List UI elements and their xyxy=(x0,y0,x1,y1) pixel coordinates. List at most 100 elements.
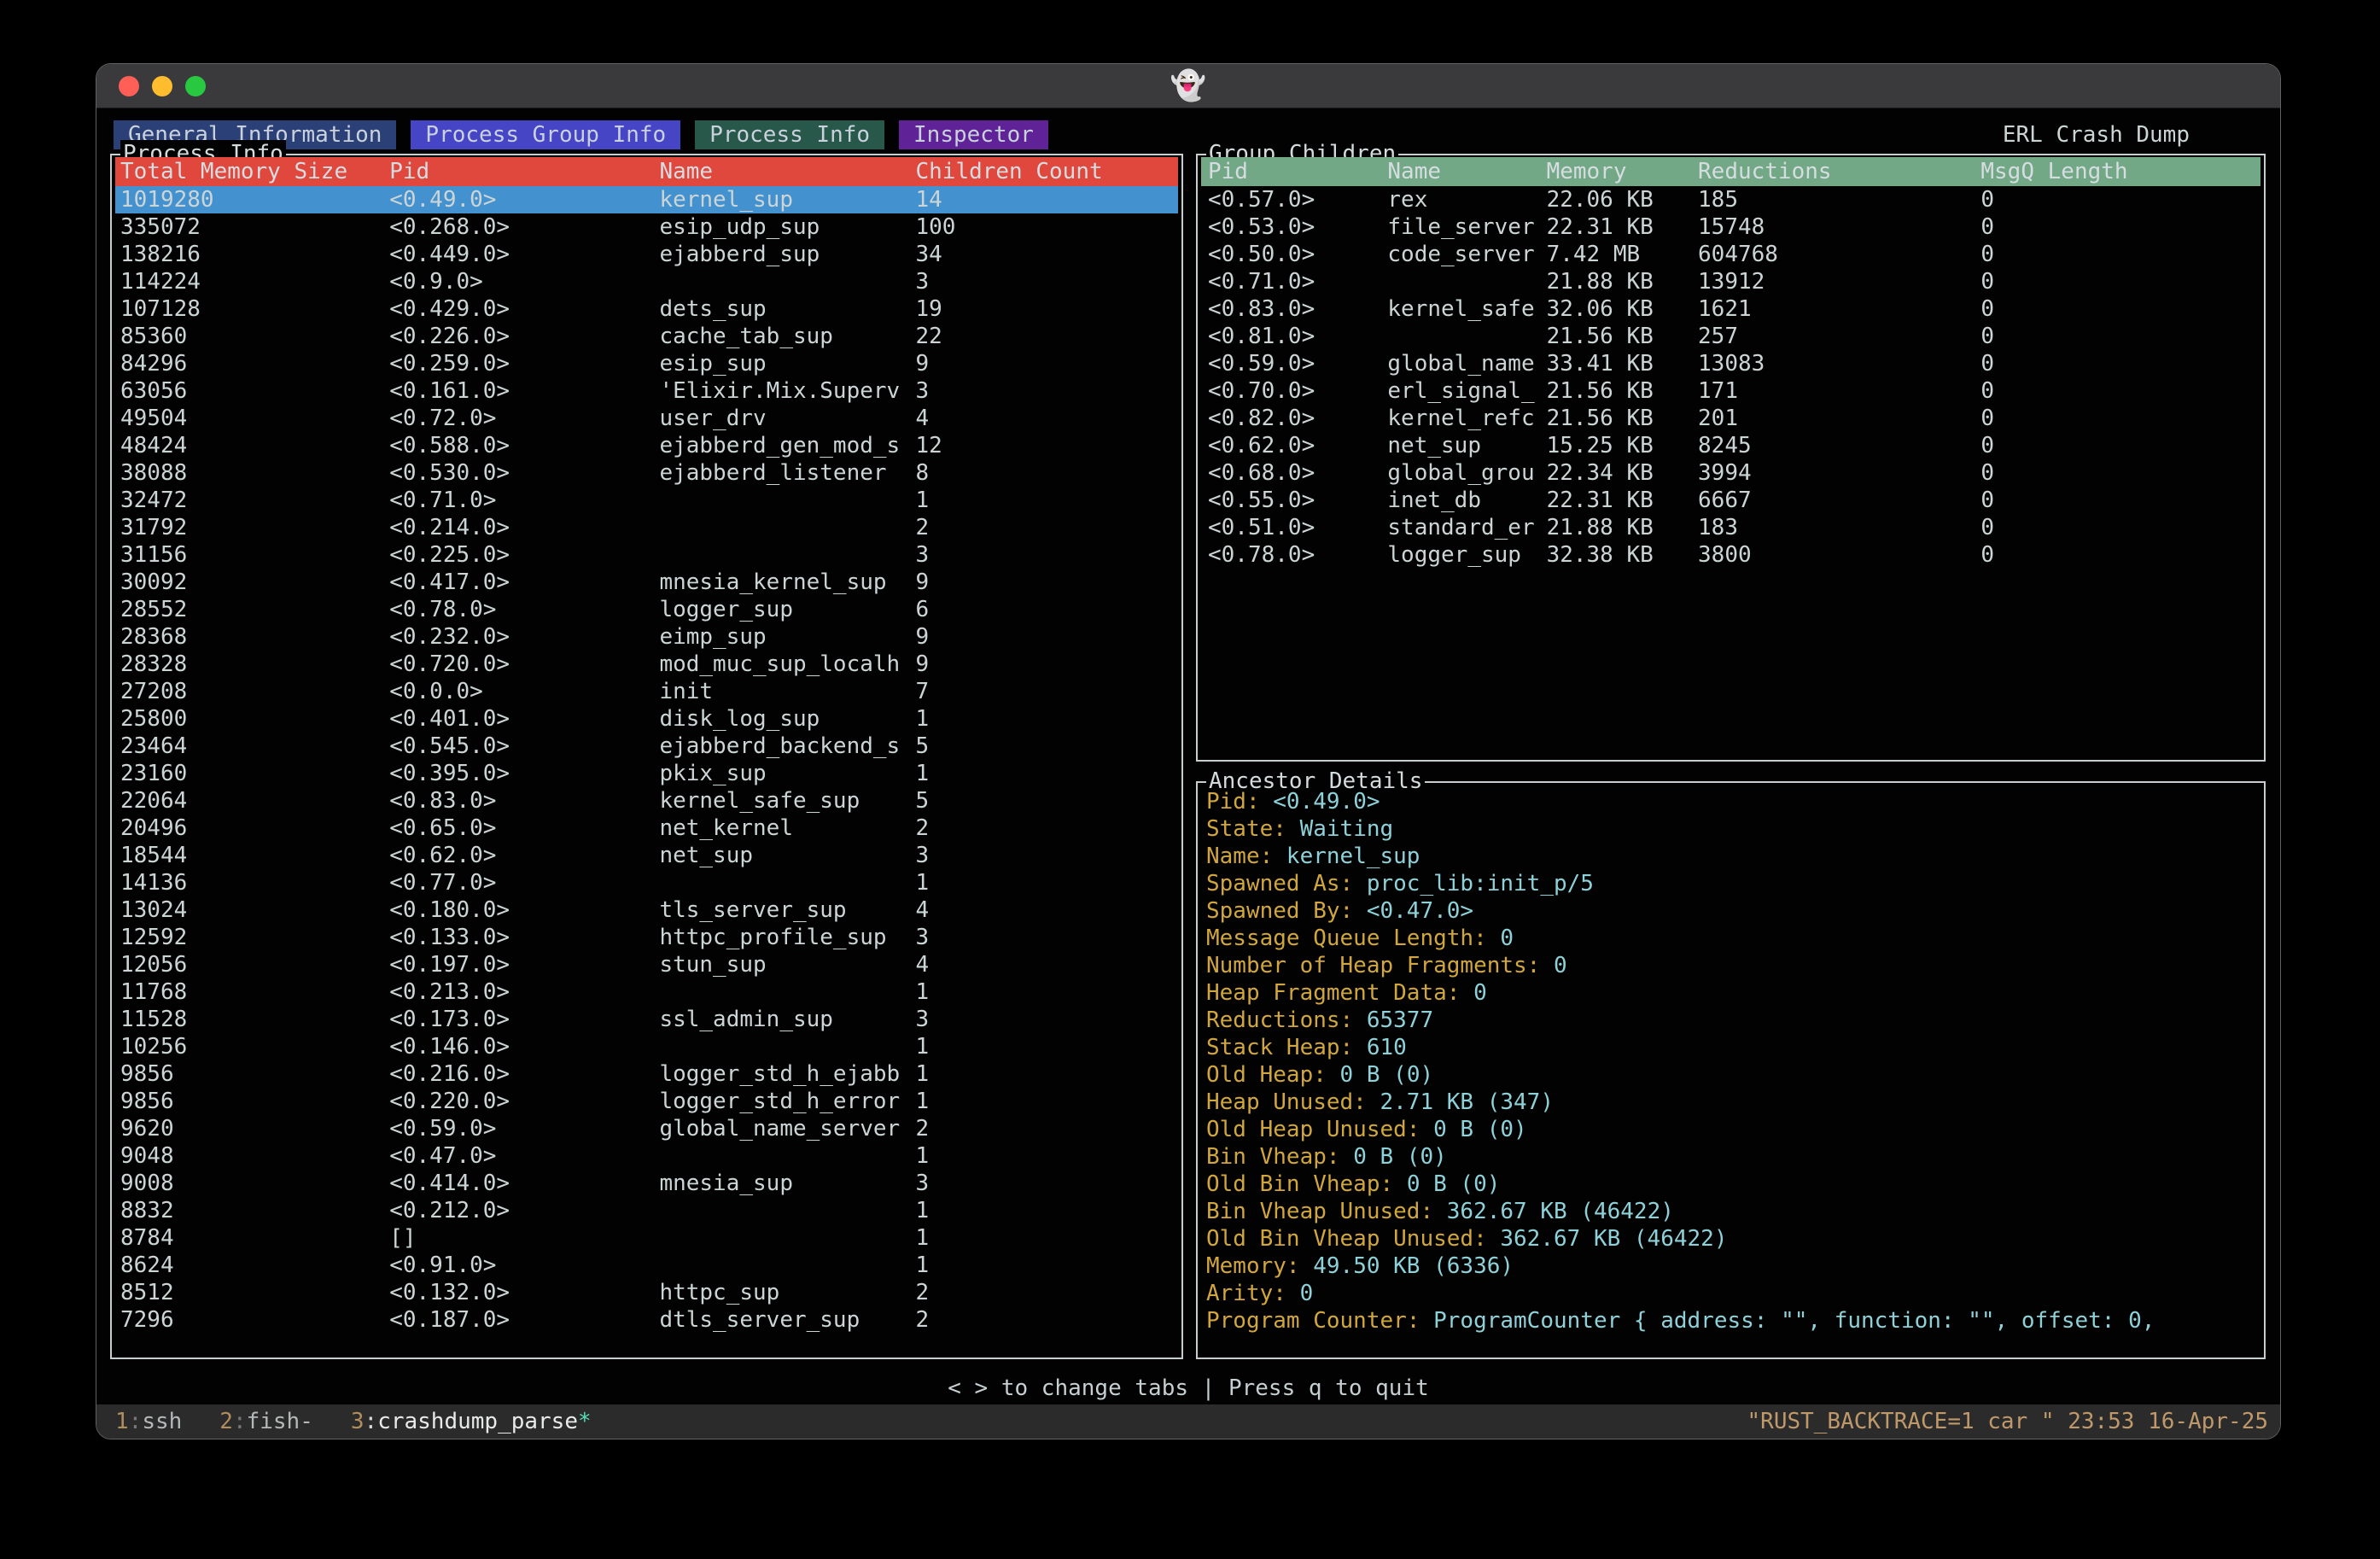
tmux-status-bar: 1:ssh2:fish-3:crashdump_parse* "RUST_BAC… xyxy=(96,1404,2280,1439)
process-row[interactable]: 28328<0.720.0>mod_muc_sup_localh9 xyxy=(115,651,1178,678)
group-children-panel: Group Children PidNameMemoryReductionsMs… xyxy=(1196,154,2266,762)
process-row-cell: 28552 xyxy=(120,596,187,623)
process-row[interactable]: 8832<0.212.0>1 xyxy=(115,1197,1178,1224)
process-row[interactable]: 49504<0.72.0>user_drv4 xyxy=(115,405,1178,432)
process-row[interactable]: 9856<0.216.0>logger_std_h_ejabb1 xyxy=(115,1060,1178,1088)
process-row-cell: 19 xyxy=(915,295,942,323)
group-child-row[interactable]: <0.57.0>rex22.06 KB1850 xyxy=(1201,186,2260,213)
process-row[interactable]: 11768<0.213.0>1 xyxy=(115,978,1178,1006)
group-child-row[interactable]: <0.68.0>global_grou22.34 KB39940 xyxy=(1201,459,2260,487)
process-row[interactable]: 22064<0.83.0>kernel_safe_sup5 xyxy=(115,787,1178,815)
group-child-row[interactable]: <0.71.0>21.88 KB139120 xyxy=(1201,268,2260,295)
process-row[interactable]: 8624<0.91.0>1 xyxy=(115,1252,1178,1279)
process-row[interactable]: 38088<0.530.0>ejabberd_listener8 xyxy=(115,459,1178,487)
group-child-row[interactable]: <0.81.0>21.56 KB2570 xyxy=(1201,323,2260,350)
process-row[interactable]: 28552<0.78.0>logger_sup6 xyxy=(115,596,1178,623)
group-child-row-cell: erl_signal_ xyxy=(1387,377,1534,405)
process-row[interactable]: 12592<0.133.0>httpc_profile_sup3 xyxy=(115,924,1178,951)
process-row[interactable]: 28368<0.232.0>eimp_sup9 xyxy=(115,623,1178,651)
column-header-name: Name xyxy=(1387,157,1441,186)
process-row[interactable]: 9048<0.47.0>1 xyxy=(115,1142,1178,1170)
tab-process-group-info[interactable]: Process Group Info xyxy=(411,120,680,149)
process-row[interactable]: 25800<0.401.0>disk_log_sup1 xyxy=(115,705,1178,733)
process-row[interactable]: 31156<0.225.0>3 xyxy=(115,541,1178,569)
process-row[interactable]: 23464<0.545.0>ejabberd_backend_s5 xyxy=(115,733,1178,760)
ancestor-detail-line: Reductions: 65377 xyxy=(1206,1007,2259,1034)
process-row[interactable]: 9008<0.414.0>mnesia_sup3 xyxy=(115,1170,1178,1197)
process-row[interactable]: 85360<0.226.0>cache_tab_sup22 xyxy=(115,323,1178,350)
process-row-cell: logger_sup xyxy=(659,596,793,623)
process-row-cell: 11528 xyxy=(120,1006,187,1033)
tab-process-info[interactable]: Process Info xyxy=(695,120,884,149)
minimize-window-button[interactable] xyxy=(152,76,172,96)
window-titlebar[interactable]: 👻 xyxy=(96,64,2280,108)
tab-inspector[interactable]: Inspector xyxy=(899,120,1048,149)
process-row[interactable]: 138216<0.449.0>ejabberd_sup34 xyxy=(115,241,1178,268)
process-row-cell: <0.9.0> xyxy=(389,268,483,295)
tmux-window-index: 1 xyxy=(115,1409,129,1434)
process-row[interactable]: 32472<0.71.0>1 xyxy=(115,487,1178,514)
group-child-row[interactable]: <0.78.0>logger_sup32.38 KB38000 xyxy=(1201,541,2260,569)
process-row-cell: eimp_sup xyxy=(659,623,766,651)
group-child-row-cell: standard_er xyxy=(1387,514,1534,541)
group-child-row[interactable]: <0.70.0>erl_signal_21.56 KB1710 xyxy=(1201,377,2260,405)
column-header-total-memory-size: Total Memory Size xyxy=(120,157,347,186)
tmux-window-name: crashdump_parse xyxy=(377,1409,578,1434)
process-row[interactable]: 114224<0.9.0>3 xyxy=(115,268,1178,295)
process-row-cell: 100 xyxy=(915,213,955,241)
group-child-row[interactable]: <0.53.0>file_server22.31 KB157480 xyxy=(1201,213,2260,241)
group-child-row[interactable]: <0.55.0>inet_db22.31 KB66670 xyxy=(1201,487,2260,514)
group-child-row[interactable]: <0.62.0>net_sup15.25 KB82450 xyxy=(1201,432,2260,459)
tmux-window-fish[interactable]: 2:fish- xyxy=(219,1409,313,1434)
group-child-row[interactable]: <0.50.0>code_server7.42 MB6047680 xyxy=(1201,241,2260,268)
group-child-row-cell: 0 xyxy=(1980,432,1994,459)
group-child-row[interactable]: <0.83.0>kernel_safe32.06 KB16210 xyxy=(1201,295,2260,323)
group-child-row[interactable]: <0.59.0>global_name33.41 KB130830 xyxy=(1201,350,2260,377)
process-row-cell: 48424 xyxy=(120,432,187,459)
group-child-row-cell: net_sup xyxy=(1387,432,1481,459)
process-row[interactable]: 335072<0.268.0>esip_udp_sup100 xyxy=(115,213,1178,241)
process-row[interactable]: 14136<0.77.0>1 xyxy=(115,869,1178,896)
fullscreen-window-button[interactable] xyxy=(185,76,206,96)
tmux-window-index: 3 xyxy=(351,1409,365,1434)
process-row[interactable]: 9856<0.220.0>logger_std_h_error1 xyxy=(115,1088,1178,1115)
process-row-cell: 4 xyxy=(915,405,929,432)
process-row[interactable]: 7296<0.187.0>dtls_server_sup2 xyxy=(115,1306,1178,1334)
process-row[interactable]: 11528<0.173.0>ssl_admin_sup3 xyxy=(115,1006,1178,1033)
group-child-row-cell: 21.88 KB xyxy=(1547,514,1654,541)
tmux-window-list: 1:ssh 2:fish- 3:crashdump_parse* xyxy=(115,1404,629,1439)
process-row-cell: 5 xyxy=(915,733,929,760)
process-row-cell: 4 xyxy=(915,951,929,978)
process-row[interactable]: 8512<0.132.0>httpc_sup2 xyxy=(115,1279,1178,1306)
process-row[interactable]: 20496<0.65.0>net_kernel2 xyxy=(115,815,1178,842)
process-row[interactable]: 18544<0.62.0>net_sup3 xyxy=(115,842,1178,869)
process-row[interactable]: 13024<0.180.0>tls_server_sup4 xyxy=(115,896,1178,924)
process-row-cell: 'Elixir.Mix.Superv xyxy=(659,377,900,405)
process-row[interactable]: 48424<0.588.0>ejabberd_gen_mod_s12 xyxy=(115,432,1178,459)
process-row-cell: user_drv xyxy=(659,405,766,432)
process-row[interactable]: 84296<0.259.0>esip_sup9 xyxy=(115,350,1178,377)
tmux-window-crashdump-parse[interactable]: 3:crashdump_parse* xyxy=(351,1409,592,1434)
process-row[interactable]: 10256<0.146.0>1 xyxy=(115,1033,1178,1060)
process-row[interactable]: 107128<0.429.0>dets_sup19 xyxy=(115,295,1178,323)
process-row[interactable]: 30092<0.417.0>mnesia_kernel_sup9 xyxy=(115,569,1178,596)
process-row[interactable]: 31792<0.214.0>2 xyxy=(115,514,1178,541)
ghost-icon: 👻 xyxy=(1170,71,1206,100)
tmux-window-colon: : xyxy=(129,1409,143,1434)
process-row[interactable]: 1019280<0.49.0>kernel_sup14 xyxy=(115,186,1178,213)
process-row-cell: <0.417.0> xyxy=(389,569,510,596)
process-row[interactable]: 9620<0.59.0>global_name_server2 xyxy=(115,1115,1178,1142)
process-row[interactable]: 23160<0.395.0>pkix_sup1 xyxy=(115,760,1178,787)
close-window-button[interactable] xyxy=(119,76,139,96)
group-child-row-cell: inet_db xyxy=(1387,487,1481,514)
group-child-row[interactable]: <0.51.0>standard_er21.88 KB1830 xyxy=(1201,514,2260,541)
process-row[interactable]: 12056<0.197.0>stun_sup4 xyxy=(115,951,1178,978)
group-child-row-cell: 604768 xyxy=(1698,241,1778,268)
process-row[interactable]: 63056<0.161.0>'Elixir.Mix.Superv3 xyxy=(115,377,1178,405)
process-row[interactable]: 27208<0.0.0>init7 xyxy=(115,678,1178,705)
group-child-row[interactable]: <0.82.0>kernel_refc21.56 KB2010 xyxy=(1201,405,2260,432)
tmux-window-ssh[interactable]: 1:ssh xyxy=(115,1409,182,1434)
process-row[interactable]: 8784[]1 xyxy=(115,1224,1178,1252)
ancestor-detail-line: Message Queue Length: 0 xyxy=(1206,925,2259,952)
ancestor-detail-line: Old Heap: 0 B (0) xyxy=(1206,1061,2259,1089)
